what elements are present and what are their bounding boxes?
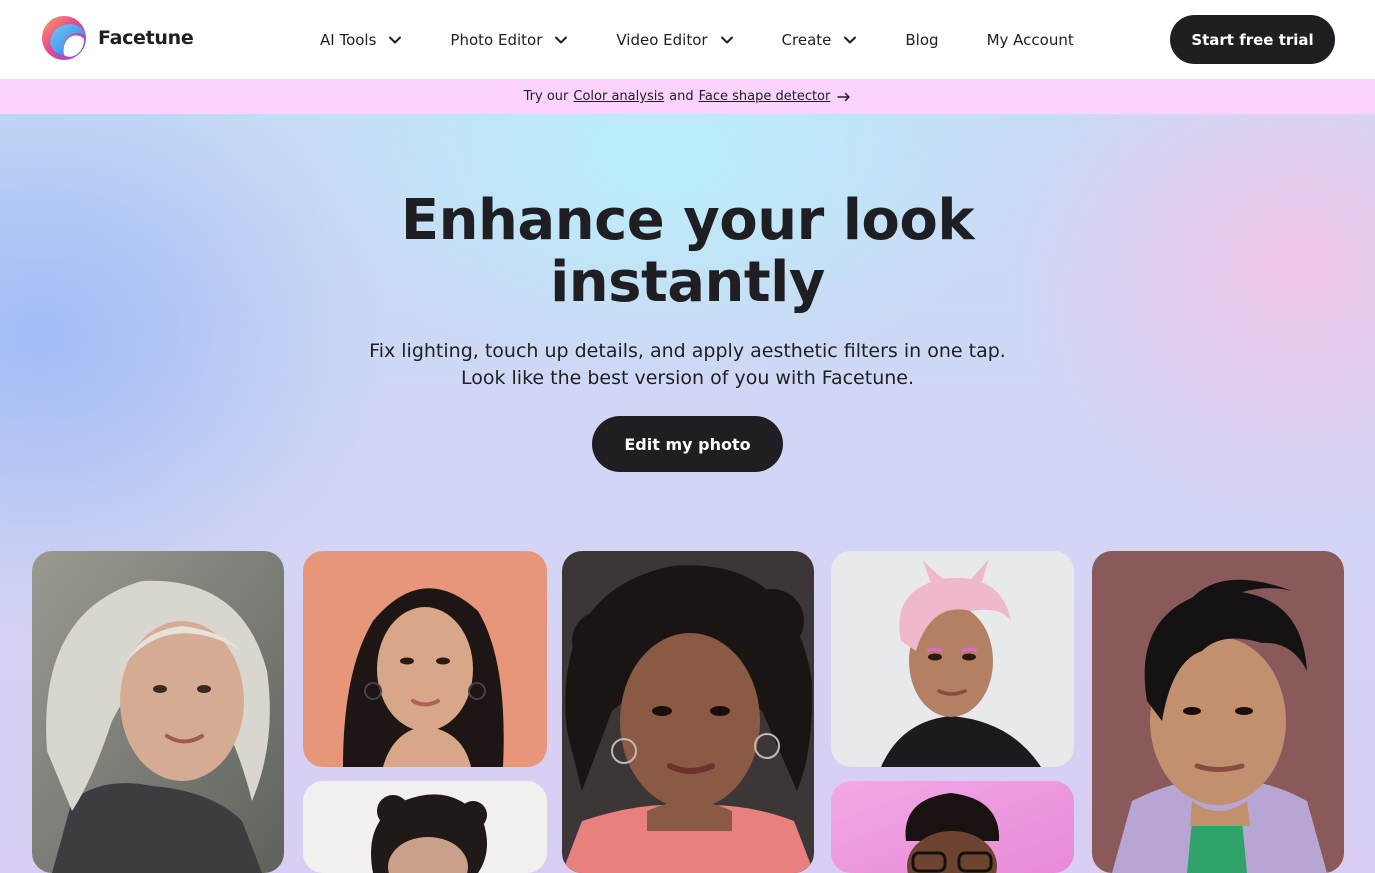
nav-ai-tools-label: AI Tools [320, 30, 377, 49]
nav-photo-editor[interactable]: Photo Editor [450, 31, 568, 49]
brand-name: Facetune [98, 27, 194, 49]
arrow-right-icon[interactable] [837, 92, 851, 102]
start-free-trial-button[interactable]: Start free trial [1170, 15, 1335, 64]
hero-title-line2: instantly [550, 250, 825, 315]
portrait-pink-haired-person [831, 551, 1074, 767]
nav-video-editor-label: Video Editor [616, 30, 708, 49]
hero-section: Enhance your look instantly Fix lighting… [0, 114, 1375, 873]
brand-logo[interactable]: Facetune [40, 15, 194, 61]
chevron-down-icon [720, 36, 733, 43]
promo-joiner: and [669, 89, 694, 104]
chevron-down-icon [555, 36, 568, 43]
hero-subtitle-line2: Look like the best version of you with F… [460, 367, 915, 389]
main-nav: AI Tools Photo Editor Video Editor Creat… [320, 0, 1122, 79]
nav-blog-label: Blog [905, 30, 939, 49]
edit-my-photo-button[interactable]: Edit my photo [592, 416, 783, 472]
nav-ai-tools[interactable]: AI Tools [320, 31, 402, 49]
hero-subtitle-line1: Fix lighting, touch up details, and appl… [369, 340, 1006, 362]
hero-title-line1: Enhance your look [400, 188, 975, 253]
chevron-down-icon [389, 36, 402, 43]
nav-my-account[interactable]: My Account [987, 31, 1074, 49]
face-shape-detector-link[interactable]: Face shape detector [699, 89, 831, 104]
nav-blog[interactable]: Blog [905, 31, 938, 49]
promo-banner: Try our Color analysis and Face shape de… [0, 79, 1375, 114]
portrait-woman-peach-background [303, 551, 547, 767]
promo-prefix: Try our [523, 89, 569, 104]
nav-create[interactable]: Create [782, 31, 858, 49]
color-analysis-link[interactable]: Color analysis [573, 89, 664, 104]
nav-my-account-label: My Account [986, 30, 1074, 49]
hero-title: Enhance your look instantly [0, 190, 1375, 314]
nav-photo-editor-label: Photo Editor [450, 30, 543, 49]
hero-subtitle: Fix lighting, touch up details, and appl… [0, 338, 1375, 392]
nav-create-label: Create [781, 30, 832, 49]
site-header: Facetune AI Tools Photo Editor Video Edi… [0, 0, 1375, 79]
portrait-woman-curly-hair-pink-shirt [562, 551, 814, 873]
facetune-logo-icon [42, 16, 86, 60]
nav-video-editor[interactable]: Video Editor [616, 31, 733, 49]
chevron-down-icon [844, 36, 857, 43]
portrait-man-glasses-pink-background [831, 781, 1074, 873]
portrait-silver-haired-woman [32, 551, 284, 873]
portrait-curly-haired-person [303, 781, 547, 873]
portrait-man-denim-jacket [1092, 551, 1344, 873]
